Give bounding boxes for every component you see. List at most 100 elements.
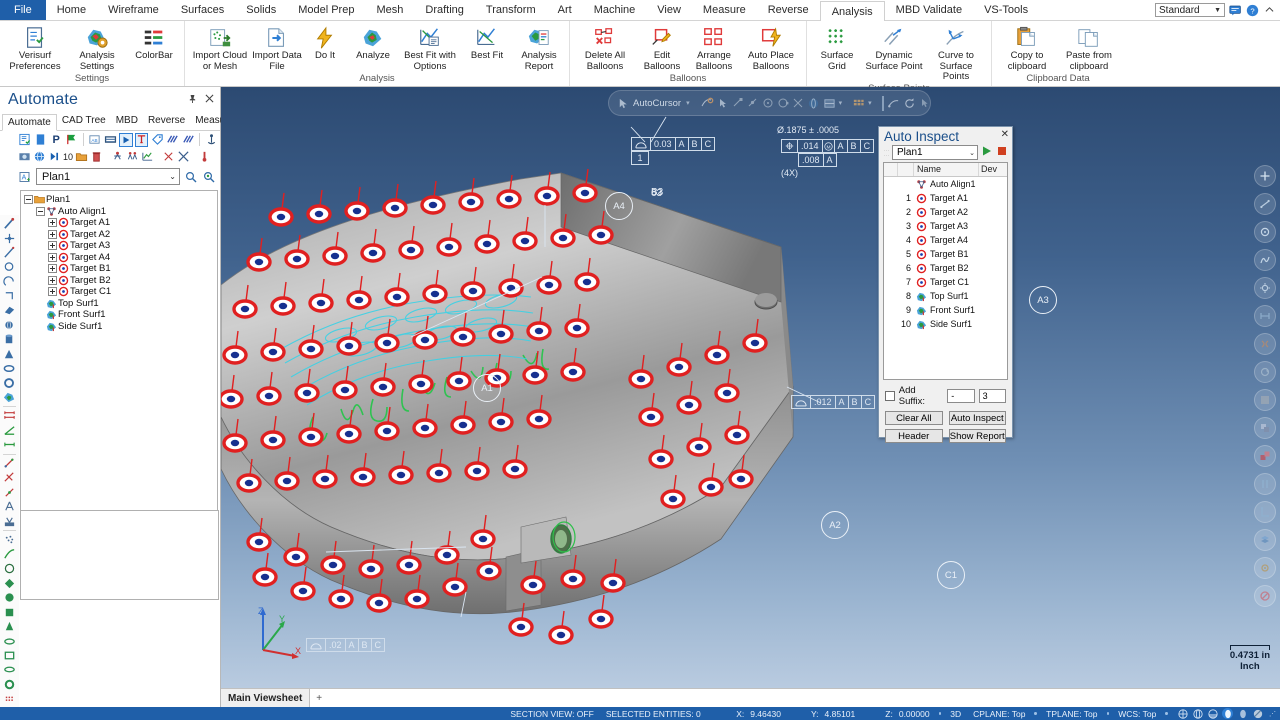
tree-icon[interactable]: [1254, 501, 1276, 523]
sphere-icon[interactable]: [2, 318, 17, 331]
status-tplane[interactable]: TPLANE: Top: [1040, 709, 1103, 719]
capture-icon[interactable]: [18, 150, 31, 164]
tree-node[interactable]: Top Surf1: [24, 298, 217, 310]
autocursor-toolbar[interactable]: AutoCursor ▾ ▾ ▾: [608, 90, 931, 116]
compare-icon[interactable]: [1254, 445, 1276, 467]
curve-icon[interactable]: [2, 547, 17, 560]
dots-icon[interactable]: [2, 692, 17, 705]
ribbon-button-copy-to-clipboard[interactable]: Copy to clipboard: [996, 24, 1058, 72]
arc-icon[interactable]: [2, 275, 17, 288]
inspect-row[interactable]: 2 Target A2: [884, 205, 1007, 219]
machine-icon[interactable]: [2, 515, 17, 528]
panel-tab-mbd[interactable]: MBD: [111, 113, 143, 130]
ribbon-button-best-fit-with-options[interactable]: Best Fit with Options: [399, 24, 461, 72]
twist-icon[interactable]: [1254, 333, 1276, 355]
new-plan-icon[interactable]: [18, 133, 32, 147]
spline-icon[interactable]: [1254, 249, 1276, 271]
help-icon[interactable]: ?: [1245, 3, 1259, 17]
header-button[interactable]: Header: [885, 429, 943, 443]
oval-icon[interactable]: [2, 663, 17, 676]
ribbon-button-edit-balloons[interactable]: Edit Balloons: [636, 24, 688, 72]
inspect-icon[interactable]: [202, 170, 216, 184]
auto-inspect-button[interactable]: Auto Inspect: [948, 411, 1006, 425]
panel-tab-reverse[interactable]: Reverse: [143, 113, 190, 130]
suffix-separator-input[interactable]: -: [947, 389, 975, 403]
inspect-row[interactable]: 3 Target A3: [884, 219, 1007, 233]
ring2-icon[interactable]: [2, 678, 17, 691]
hidden-line-icon[interactable]: [1192, 708, 1203, 719]
align2-icon[interactable]: [2, 471, 17, 484]
wireframe-icon[interactable]: [1177, 708, 1188, 719]
ribbon-button-paste-from-clipboard[interactable]: Paste from clipboard: [1058, 24, 1120, 72]
dimension-icon[interactable]: [2, 409, 17, 422]
merge-icon[interactable]: [162, 150, 175, 164]
person-icon[interactable]: [111, 150, 124, 164]
surface-icon[interactable]: [2, 391, 17, 404]
trash-icon[interactable]: [90, 150, 103, 164]
tree-node[interactable]: Front Surf1: [24, 309, 217, 321]
inspect-row[interactable]: 7 Target C1: [884, 275, 1007, 289]
circle-icon[interactable]: [1254, 221, 1276, 243]
ribbon-button-curve-to-surface-points[interactable]: Curve to Surface Points: [925, 24, 987, 83]
snap-midpoint-icon[interactable]: [747, 96, 759, 111]
shaded-translucent-icon[interactable]: [1237, 708, 1248, 719]
stop-icon[interactable]: [996, 145, 1008, 160]
point-icon[interactable]: [2, 231, 17, 244]
snap-sphere-icon[interactable]: [807, 96, 820, 111]
snap-quadrant-icon[interactable]: [777, 96, 789, 111]
thermometer-icon[interactable]: [198, 150, 211, 164]
inspect-results-grid[interactable]: Name Dev Auto Align1 1 Target A1 2 Target A2…: [883, 162, 1008, 380]
cone-icon[interactable]: [2, 347, 17, 360]
snap-center-icon[interactable]: [762, 96, 774, 111]
tree-node[interactable]: Target B2: [24, 275, 217, 287]
expand-icon[interactable]: [48, 252, 57, 262]
cloud-icon[interactable]: [2, 533, 17, 546]
3d-viewport[interactable]: AutoCursor ▾ ▾ ▾ 63 0.03 A B C 1 Ø.1875 …: [221, 87, 1280, 688]
material-icon[interactable]: [1252, 708, 1263, 719]
P-icon[interactable]: P: [49, 133, 63, 147]
circ2-icon[interactable]: [2, 562, 17, 575]
expand-icon[interactable]: [48, 287, 57, 297]
tree-node[interactable]: Target A1: [24, 217, 217, 229]
tree-node[interactable]: Side Surf1: [24, 321, 217, 333]
grid-snap-icon[interactable]: [852, 96, 865, 111]
panel-tab-cad-tree[interactable]: CAD Tree: [57, 113, 111, 130]
balloon-a2[interactable]: A2: [821, 511, 849, 539]
plane-icon[interactable]: [2, 304, 17, 317]
line-icon[interactable]: [2, 246, 17, 259]
chart-icon[interactable]: [141, 150, 154, 164]
square-icon[interactable]: [2, 649, 17, 662]
ribbon-button-best-fit[interactable]: Best Fit: [461, 24, 513, 62]
plan-tree[interactable]: Plan1 Auto Align1 Target A1 Target A2 Target…: [20, 190, 218, 523]
collapse-icon[interactable]: [24, 195, 33, 205]
snap-origin-icon[interactable]: [700, 96, 714, 111]
add-viewsheet-button[interactable]: +: [310, 689, 328, 707]
rename-icon[interactable]: AB: [88, 133, 102, 147]
cursor-arrow-icon[interactable]: [919, 96, 931, 111]
snap-endpoint-icon[interactable]: [732, 96, 744, 111]
ribbon-button-import-data-file[interactable]: Import Data File: [251, 24, 303, 72]
menu-item-vs-tools[interactable]: VS-Tools: [973, 0, 1039, 20]
menu-item-solids[interactable]: Solids: [235, 0, 287, 20]
play-icon[interactable]: [981, 145, 993, 160]
play-next-icon[interactable]: [48, 150, 61, 164]
status-3d-toggle[interactable]: 3D: [944, 709, 967, 719]
expand-icon[interactable]: [48, 241, 57, 251]
selected-tool-icon[interactable]: [881, 95, 884, 111]
layers-icon[interactable]: [1254, 417, 1276, 439]
snap-plane-icon[interactable]: [823, 96, 836, 111]
distance-icon[interactable]: [2, 438, 17, 451]
menu-item-art[interactable]: Art: [547, 0, 583, 20]
align-tool-icon[interactable]: [2, 457, 17, 470]
skew-icon[interactable]: [166, 133, 180, 147]
chevron-down-icon[interactable]: ▾: [839, 96, 843, 111]
flag-icon[interactable]: [65, 133, 79, 147]
circle-icon[interactable]: [2, 260, 17, 273]
menu-item-mbd-validate[interactable]: MBD Validate: [885, 0, 973, 20]
alpha-sort-icon[interactable]: A: [18, 170, 32, 184]
expand-icon[interactable]: [48, 264, 57, 274]
close-icon[interactable]: ✕: [1001, 129, 1009, 141]
inspect-plan-combo[interactable]: Plan1 ⌄: [892, 145, 978, 160]
clear-all-button[interactable]: Clear All: [885, 411, 943, 425]
chevron-down-icon[interactable]: ▾: [868, 96, 872, 111]
